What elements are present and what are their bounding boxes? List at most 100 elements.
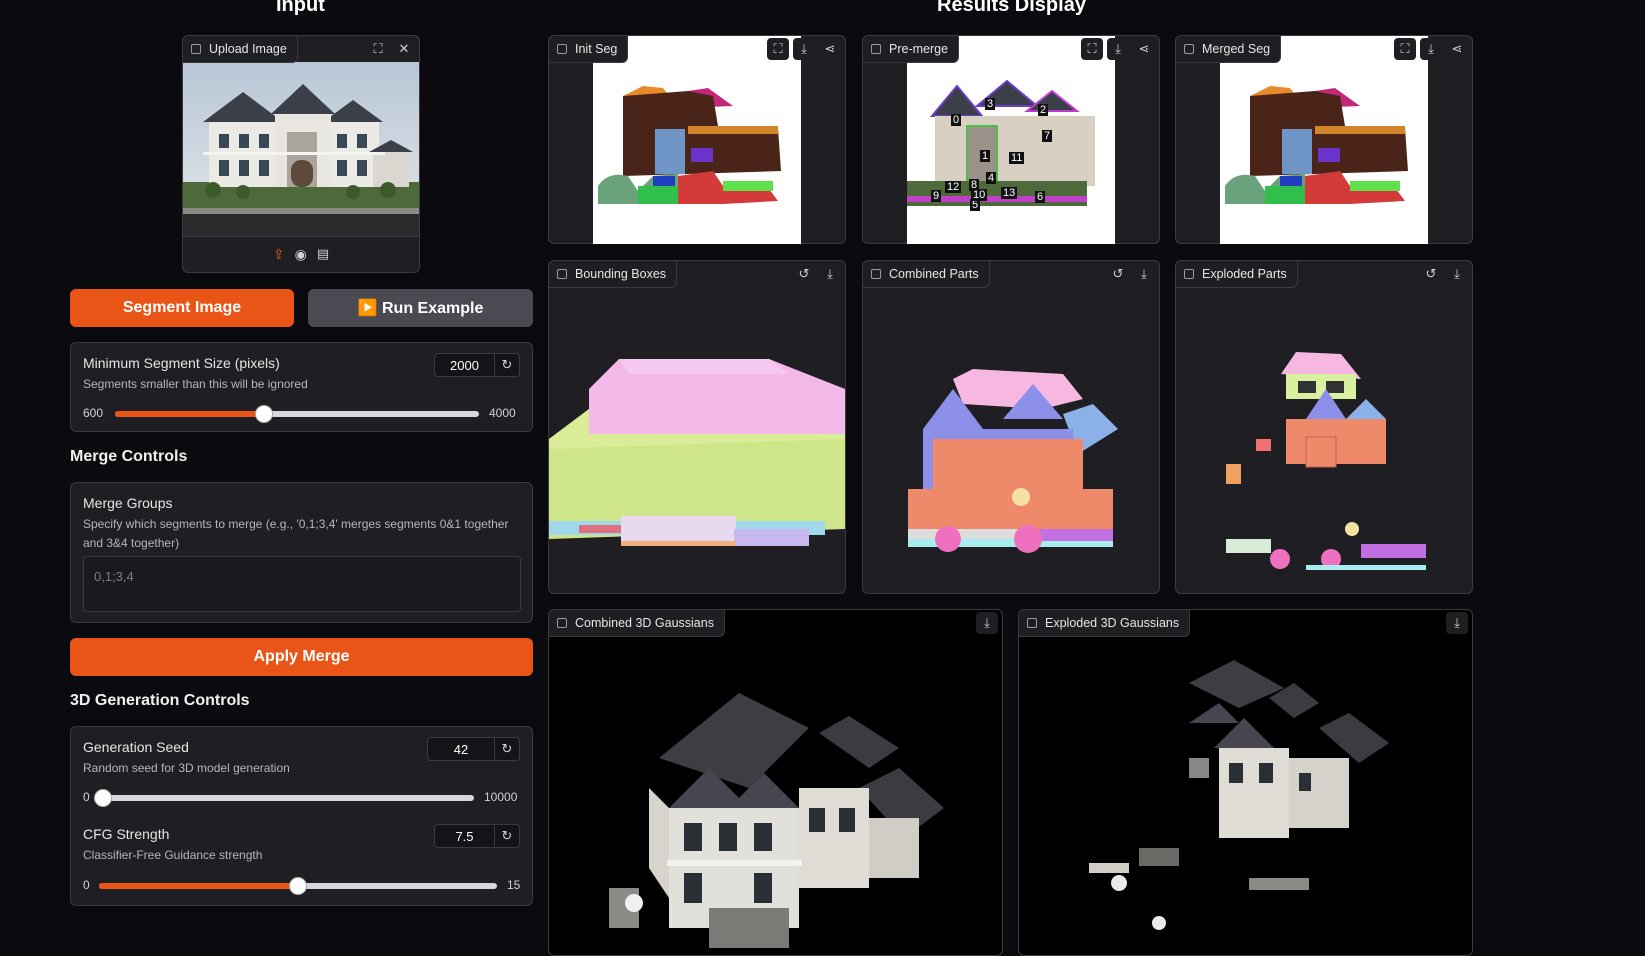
exploded-parts-panel: Exploded Parts ↺ ⤓ — [1175, 260, 1473, 594]
exploded-gaussians-panel: Exploded 3D Gaussians ⤓ — [1018, 609, 1473, 956]
file-icon — [1027, 618, 1037, 628]
generation-controls-panel: Generation Seed Random seed for 3D model… — [70, 726, 533, 906]
fullscreen-icon[interactable]: ⛶ — [367, 38, 389, 60]
slider-thumb[interactable] — [289, 877, 307, 895]
min-segment-max: 4000 — [489, 406, 516, 420]
segment-label: 0 — [951, 114, 962, 126]
download-icon[interactable]: ⤓ — [1446, 612, 1468, 634]
download-icon[interactable]: ⤓ — [793, 38, 815, 60]
cfg-min: 0 — [83, 878, 90, 892]
download-icon[interactable]: ⤓ — [1420, 38, 1442, 60]
segment-label: 4 — [986, 172, 997, 184]
segment-label: 13 — [1001, 187, 1018, 199]
pre-merge-label: Pre-merge — [889, 42, 949, 56]
download-icon[interactable]: ⤓ — [1133, 263, 1155, 285]
init-seg-tab: Init Seg — [549, 36, 629, 63]
seed-slider[interactable] — [93, 789, 474, 807]
cfg-slider[interactable] — [99, 877, 497, 895]
bounding-boxes-panel: Bounding Boxes ↺ ⤓ — [548, 260, 846, 594]
seed-number-input[interactable]: 42 ↻ — [427, 737, 520, 761]
exploded-parts-view[interactable] — [1176, 289, 1472, 593]
merge-controls-heading: Merge Controls — [70, 448, 188, 465]
pre-merge-tab: Pre-merge — [863, 36, 960, 63]
image-icon — [871, 44, 881, 54]
reset-icon[interactable]: ↻ — [494, 825, 519, 847]
file-icon — [1184, 269, 1194, 279]
segment-label: 3 — [985, 98, 996, 110]
combined-gaussians-view[interactable] — [549, 638, 1002, 955]
reset-icon[interactable]: ↻ — [494, 738, 519, 760]
combined-gaussians-panel: Combined 3D Gaussians ⤓ — [548, 609, 1003, 956]
fullscreen-icon[interactable]: ⛶ — [1081, 38, 1103, 60]
merged-seg-tab: Merged Seg — [1176, 36, 1282, 63]
file-icon — [871, 269, 881, 279]
image-icon — [1184, 44, 1194, 54]
bounding-boxes-view[interactable] — [549, 289, 845, 593]
merge-groups-subtitle: Specify which segments to merge (e.g., '… — [83, 517, 509, 550]
generation-controls-heading: 3D Generation Controls — [70, 692, 250, 709]
pre-merge-image: 0 1 2 3 4 5 6 7 8 9 10 11 12 13 — [907, 36, 1115, 244]
reset-view-icon[interactable]: ↺ — [1107, 263, 1129, 285]
cfg-max: 15 — [507, 878, 521, 892]
merge-groups-title: Merge Groups — [83, 495, 173, 511]
upload-image-panel[interactable]: Upload Image ⛶ ✕ ⇪ ◉ ▤ — [182, 35, 420, 273]
segment-label: 9 — [931, 190, 942, 202]
exploded-gaussians-tab: Exploded 3D Gaussians — [1019, 610, 1191, 637]
combined-gaussians-tab: Combined 3D Gaussians — [549, 610, 725, 637]
download-icon[interactable]: ⤓ — [1446, 263, 1468, 285]
combined-parts-view[interactable] — [863, 289, 1159, 593]
cfg-title: CFG Strength — [83, 826, 170, 842]
min-segment-title: Minimum Segment Size (pixels) — [83, 355, 280, 371]
segment-image-button[interactable]: Segment Image — [70, 289, 294, 327]
min-segment-subtitle: Segments smaller than this will be ignor… — [83, 377, 308, 391]
cfg-subtitle: Classifier-Free Guidance strength — [83, 848, 263, 862]
bounding-boxes-label: Bounding Boxes — [575, 267, 667, 281]
combined-parts-panel: Combined Parts ↺ ⤓ — [862, 260, 1160, 594]
slider-thumb[interactable] — [93, 789, 112, 807]
share-icon[interactable]: ⋖ — [1446, 38, 1468, 60]
close-icon[interactable]: ✕ — [393, 38, 415, 60]
upload-icon[interactable]: ⇪ — [273, 246, 285, 263]
share-icon[interactable]: ⋖ — [1133, 38, 1155, 60]
merged-seg-label: Merged Seg — [1202, 42, 1271, 56]
segment-label: 7 — [1042, 130, 1053, 142]
segment-label: 1 — [980, 150, 991, 162]
uploaded-house-image — [183, 62, 419, 236]
min-segment-slider[interactable] — [115, 405, 479, 423]
download-icon[interactable]: ⤓ — [819, 263, 841, 285]
bounding-boxes-tab: Bounding Boxes — [549, 261, 678, 288]
segment-label: 2 — [1038, 104, 1049, 116]
min-segment-number-input[interactable]: 2000 ↻ — [434, 353, 520, 377]
file-icon — [557, 269, 567, 279]
seed-max: 10000 — [484, 790, 518, 804]
merged-seg-panel: Merged Seg ⛶ ⤓ ⋖ — [1175, 35, 1473, 244]
min-segment-control: Minimum Segment Size (pixels) Segments s… — [70, 342, 533, 432]
download-icon[interactable]: ⤓ — [976, 612, 998, 634]
combined-parts-tab: Combined Parts — [863, 261, 990, 288]
cfg-value: 7.5 — [455, 828, 474, 844]
reset-icon[interactable]: ↻ — [494, 354, 519, 376]
seed-subtitle: Random seed for 3D model generation — [83, 761, 290, 775]
fullscreen-icon[interactable]: ⛶ — [767, 38, 789, 60]
cfg-number-input[interactable]: 7.5 ↻ — [434, 824, 520, 848]
upload-tools: ⛶ ✕ — [367, 38, 415, 60]
exploded-gaussians-view[interactable] — [1019, 638, 1472, 955]
reset-view-icon[interactable]: ↺ — [1420, 263, 1442, 285]
exploded-parts-tab: Exploded Parts — [1176, 261, 1298, 288]
segment-label: 6 — [1035, 191, 1046, 203]
apply-merge-button[interactable]: Apply Merge — [70, 638, 533, 676]
results-section-title: Results Display — [937, 0, 1086, 16]
webcam-icon[interactable]: ◉ — [295, 246, 307, 263]
init-seg-label: Init Seg — [575, 42, 618, 56]
clipboard-icon[interactable]: ▤ — [317, 246, 329, 262]
reset-view-icon[interactable]: ↺ — [793, 263, 815, 285]
run-example-button[interactable]: ▶️ Run Example — [308, 289, 533, 327]
merge-groups-input[interactable]: 0,1;3,4 — [83, 556, 521, 612]
download-icon[interactable]: ⤓ — [1107, 38, 1129, 60]
share-icon[interactable]: ⋖ — [819, 38, 841, 60]
image-icon — [191, 44, 201, 54]
exploded-gaussians-label: Exploded 3D Gaussians — [1045, 616, 1180, 630]
slider-thumb[interactable] — [255, 405, 274, 423]
fullscreen-icon[interactable]: ⛶ — [1394, 38, 1416, 60]
segment-label: 11 — [1009, 152, 1025, 164]
